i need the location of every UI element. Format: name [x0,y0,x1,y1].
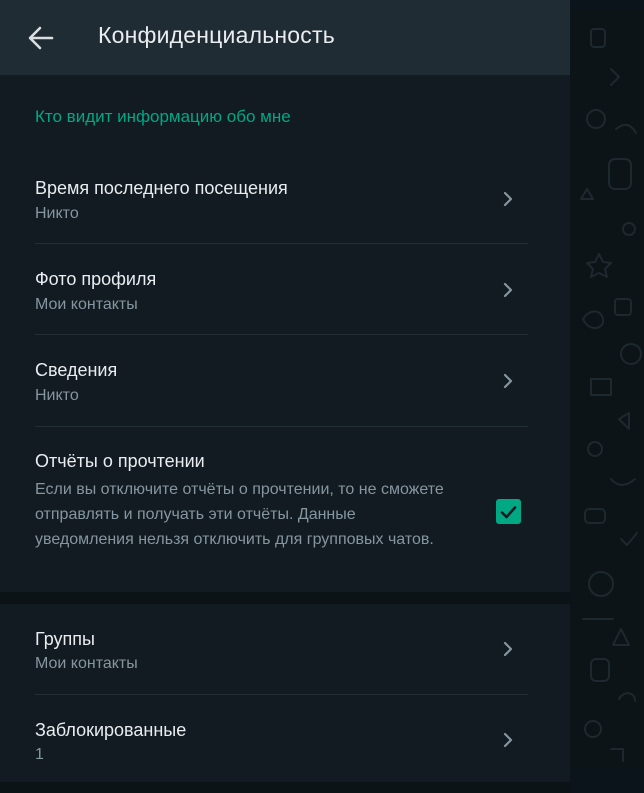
section-title: Кто видит информацию обо мне [35,107,291,126]
chevron-right-icon [503,732,513,748]
checkmark-icon [500,505,517,518]
page-title: Конфиденциальность [98,22,335,48]
arrow-left-icon [28,26,54,50]
chevron-right-icon [503,191,513,207]
row-label: Время последнего посещения [35,178,288,198]
privacy-row-about[interactable]: Сведения Никто [0,335,570,427]
wallpaper-doodle-pattern [580,28,642,762]
section-separator [0,592,570,604]
panel-header: Конфиденциальность [0,0,570,75]
app-window: Конфиденциальность Кто видит информацию … [0,0,644,793]
chat-wallpaper [571,9,644,768]
chevron-right-icon [503,373,513,389]
row-label: Фото профиля [35,269,157,289]
read-receipts-label: Отчёты о прочтении [35,451,205,471]
panel-bottom-edge [0,782,570,793]
row-label: Сведения [35,360,118,380]
privacy-row-blocked[interactable]: Заблокированные 1 [0,694,570,782]
privacy-row-profile-photo[interactable]: Фото профиля Мои контакты [0,244,570,335]
row-value: Мои контакты [35,296,138,313]
privacy-row-groups[interactable]: Группы Мои контакты [0,604,570,695]
chevron-right-icon [503,641,513,657]
row-value: Никто [35,205,79,222]
privacy-settings-panel: Конфиденциальность Кто видит информацию … [0,0,570,793]
row-value: Никто [35,387,79,404]
row-value: Мои контакты [35,655,138,672]
read-receipts-row: Отчёты о прочтении Если вы отключите отч… [0,427,570,592]
read-receipts-description: Если вы отключите отчёты о прочтении, то… [35,481,444,548]
row-label: Заблокированные [35,720,187,740]
row-label: Группы [35,629,95,649]
privacy-row-last-seen[interactable]: Время последнего посещения Никто [0,153,570,244]
chevron-right-icon [503,282,513,298]
row-value: 1 [35,746,44,763]
read-receipts-checkbox[interactable] [496,499,521,524]
back-button[interactable] [26,24,56,52]
